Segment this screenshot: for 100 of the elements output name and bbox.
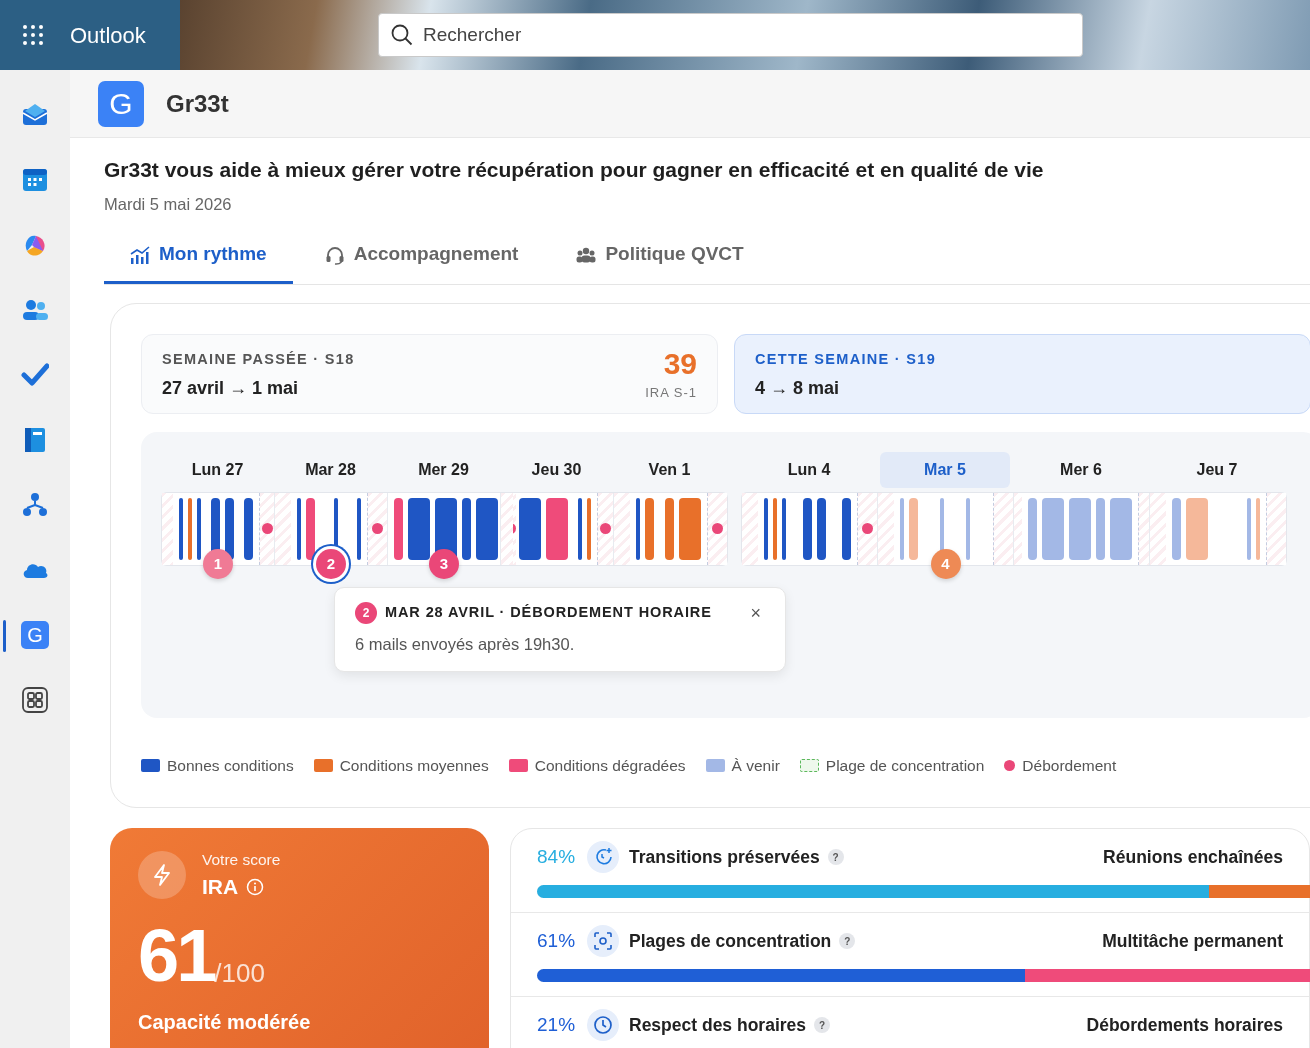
time-block	[519, 497, 542, 560]
search-icon	[391, 24, 413, 46]
app-tile[interactable]: G	[21, 620, 49, 649]
tab[interactable]: Accompagnement	[298, 230, 545, 284]
time-block	[357, 497, 361, 560]
time-block	[587, 497, 592, 560]
hierarchy-icon[interactable]	[21, 490, 49, 519]
time-block	[679, 497, 701, 560]
day-label[interactable]: Jeu 7	[1152, 451, 1282, 488]
lightning-icon	[138, 851, 186, 900]
score-status: Capacité modérée	[138, 1009, 312, 1035]
overflow-dot	[712, 523, 723, 535]
help-icon[interactable]: ?	[814, 1017, 831, 1033]
time-block	[188, 497, 193, 560]
week-card[interactable]: SEMAINE PASSÉE · S18 27 avril → 1 mai 39 IRA S-1	[141, 333, 718, 414]
focus-icon	[587, 925, 619, 957]
time-block	[1186, 497, 1208, 560]
apps-icon[interactable]	[21, 685, 49, 714]
time-block	[244, 497, 254, 560]
time-block	[1110, 497, 1133, 560]
legend-swatch	[799, 758, 819, 772]
week-score: 39	[662, 348, 697, 379]
day-label[interactable]: Lun 27	[164, 451, 271, 488]
clock-icon	[587, 1009, 619, 1041]
time-block	[764, 497, 768, 560]
day-label[interactable]: Mer 6	[1016, 451, 1146, 488]
time-block	[636, 497, 640, 560]
legend-label: Conditions dégradées	[534, 755, 686, 776]
tooltip-text: 6 mails envoyés après 19h30.	[355, 633, 576, 655]
search-field[interactable]: Rechercher	[378, 13, 1083, 57]
time-block	[394, 497, 403, 560]
time-block	[297, 497, 301, 560]
date-text: Mardi 5 mai 2026	[104, 193, 233, 215]
score-title: IRA	[202, 874, 239, 901]
app-logo: G	[98, 80, 144, 127]
checkmark-icon[interactable]	[21, 360, 49, 389]
headline: Gr33t vous aide à mieux gérer votre récupération pour gagner en efficacité et en qualité de vie	[104, 157, 1045, 183]
legend-swatch	[705, 758, 725, 772]
tab[interactable]: Politique QVCT	[550, 230, 770, 284]
time-block	[1256, 497, 1260, 560]
tab[interactable]: Mon rythme	[104, 230, 293, 284]
help-icon[interactable]: ?	[839, 933, 856, 949]
time-block	[578, 497, 583, 560]
time-block	[1028, 497, 1038, 560]
day-label[interactable]: Ven 1	[616, 451, 723, 488]
legend-label: À venir	[731, 755, 780, 776]
time-block	[665, 497, 674, 560]
score-value: 61	[138, 918, 215, 993]
day-label[interactable]: Lun 4	[744, 451, 874, 488]
metric-opposite-label: Débordements horaires	[1086, 1013, 1283, 1037]
legend-swatch	[313, 758, 333, 772]
legend-dot	[1004, 759, 1016, 771]
legend-label: Débordement	[1022, 755, 1117, 776]
metric-opposite-label: Multitâche permanent	[1102, 929, 1283, 953]
time-block	[802, 497, 812, 560]
metric-label: Transitions préservées	[629, 845, 820, 869]
time-block	[1247, 497, 1251, 560]
tooltip-title: MAR 28 AVRIL · DÉBORDEMENT HORAIRE	[385, 602, 713, 622]
time-block	[408, 497, 430, 560]
legend-swatch	[508, 758, 528, 772]
overflow-dot	[261, 523, 273, 535]
help-icon[interactable]: ?	[827, 849, 844, 865]
legend-swatch	[141, 758, 160, 772]
time-block	[909, 497, 918, 560]
legend-label: Plage de concentration	[825, 755, 985, 776]
score-label: IRA S-1	[645, 383, 697, 402]
time-block	[225, 497, 235, 560]
metric-label: Respect des horaires	[629, 1013, 807, 1037]
app-name: Outlook	[70, 21, 146, 50]
time-block	[816, 497, 826, 560]
close-button[interactable]: ×	[746, 603, 765, 622]
metric-label: Plages de concentration	[629, 929, 832, 953]
time-block	[1172, 497, 1181, 560]
time-block	[966, 497, 970, 560]
event-marker[interactable]: 3	[429, 548, 459, 579]
legend-label: Bonnes conditions	[167, 755, 294, 776]
score-kicker: Votre score	[202, 850, 281, 870]
overflow-dot	[372, 523, 383, 535]
time-block	[306, 497, 315, 560]
time-block	[1042, 497, 1065, 560]
day-label[interactable]: Mer 29	[390, 451, 497, 488]
score-max: /100	[214, 957, 265, 990]
app-launcher-icon[interactable]	[22, 24, 44, 46]
metric-opposite-label: Réunions enchaînées	[1103, 845, 1283, 869]
week-label: CETTE SEMAINE · S19	[755, 349, 936, 369]
day-label[interactable]: Mar 5	[880, 451, 1010, 488]
week-range: 27 avril → 1 mai	[162, 376, 300, 400]
info-icon[interactable]	[246, 878, 265, 896]
time-block	[476, 497, 498, 560]
app-title: Gr33t	[166, 88, 229, 119]
overflow-dot	[600, 523, 612, 535]
week-card[interactable]: CETTE SEMAINE · S19 4 → 8 mai	[734, 333, 1310, 414]
clock-plus-icon	[587, 841, 619, 873]
day-label[interactable]: Mar 28	[277, 451, 384, 488]
time-block	[1069, 497, 1092, 560]
overflow-dot	[862, 523, 873, 535]
day-label[interactable]: Jeu 30	[503, 451, 610, 488]
legend-label: Conditions moyennes	[339, 755, 489, 776]
time-block	[179, 497, 184, 560]
time-block	[462, 497, 471, 560]
